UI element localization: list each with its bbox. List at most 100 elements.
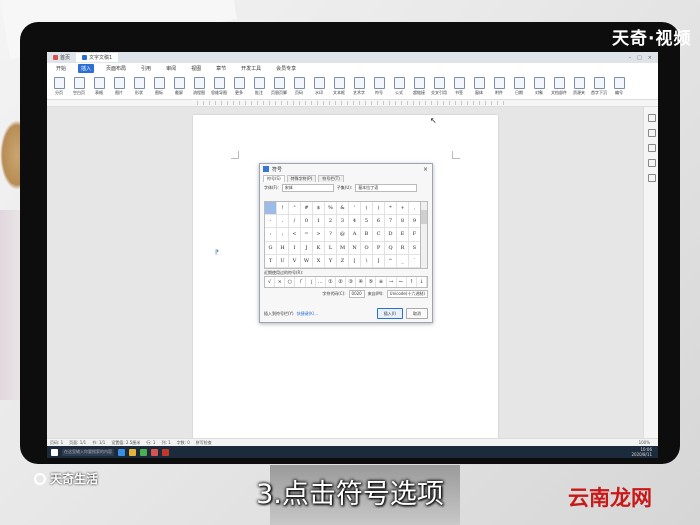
dialog-close-icon[interactable]: × [423,166,432,173]
menu-item[interactable]: 开发工具 [238,64,264,73]
menu-item[interactable]: 开始 [53,64,69,73]
menu-item[interactable]: 章节 [213,64,229,73]
ribbon-button[interactable]: 流程图 [191,77,207,96]
recent-symbol-cell[interactable]: ↓ [417,277,427,287]
symbol-cell[interactable]: 6 [373,215,385,229]
symbol-cell[interactable]: 0 [301,215,313,229]
symbol-cell[interactable]: A [349,228,361,242]
symbol-cell[interactable]: ) [373,202,385,216]
symbol-cell[interactable]: C [373,228,385,242]
ribbon-button[interactable]: 艺术字 [351,77,367,96]
symbol-cell[interactable]: L [325,241,337,255]
share-icon[interactable] [647,159,656,167]
symbol-cell[interactable]: E [397,228,409,242]
ribbon-button[interactable]: 更多 [231,77,247,96]
symbol-cell[interactable]: * [385,202,397,216]
ribbon-button[interactable]: 思维导图 [211,77,227,96]
symbol-cell[interactable]: I [289,241,301,255]
ribbon-button[interactable]: 表格 [91,77,107,96]
menu-item[interactable]: 页面布局 [103,64,129,73]
ribbon-button[interactable]: 超链接 [411,77,427,96]
ribbon-button[interactable]: 页眉页脚 [271,77,287,96]
symbol-cell[interactable]: T [265,254,277,268]
symbol-cell[interactable]: P [373,241,385,255]
symbol-cell[interactable]: _ [397,254,409,268]
ribbon-button[interactable]: 公式 [391,77,407,96]
menu-item[interactable]: 会员专享 [273,64,299,73]
symbol-cell[interactable]: ; [277,228,289,242]
ribbon-button[interactable]: 书签 [451,77,467,96]
subset-select[interactable]: 基本拉丁语 [355,184,418,192]
ribbon-button[interactable]: 首字下沉 [591,77,607,96]
symbol-cell[interactable]: [ [349,254,361,268]
recent-symbol-cell[interactable]: ② [336,277,346,287]
symbol-cell[interactable]: ^ [385,254,397,268]
taskbar-search[interactable]: 在这里输入你要搜索的内容 [62,448,114,456]
char-code-input[interactable]: 0020 [348,290,365,298]
spell-check-toggle[interactable]: 拼写检查 [196,440,212,446]
edit-icon[interactable] [647,114,656,122]
symbol-cell[interactable]: $ [313,202,325,216]
tab-special-chars[interactable]: 特殊字符(P) [286,175,317,182]
recent-symbol-cell[interactable]: ⑤ [366,277,377,287]
symbol-cell[interactable]: = [301,228,313,242]
symbol-cell[interactable]: ! [277,202,289,216]
symbol-cell[interactable]: O [361,241,373,255]
symbol-cell[interactable]: ? [325,228,337,242]
symbol-cell[interactable]: - [265,215,277,229]
clock-icon[interactable] [647,144,656,152]
recent-symbol-cell[interactable]: ← [397,277,407,287]
symbol-cell[interactable]: G [265,241,277,255]
zoom-level[interactable]: 100% [639,440,658,445]
ribbon-button[interactable]: 窗体 [471,77,487,96]
shortcut-key-link[interactable]: 快捷键(K)... [297,311,319,317]
symbol-cell[interactable]: / [289,215,301,229]
symbol-cell[interactable]: & [337,202,349,216]
symbol-cell[interactable]: U [277,254,289,268]
recent-symbol-cell[interactable]: √ [265,277,276,287]
ribbon-button[interactable]: 图片 [111,77,127,96]
symbol-cell[interactable]: ( [361,202,373,216]
recent-symbol-cell[interactable]: … [316,277,326,287]
symbol-cell[interactable]: 3 [337,215,349,229]
recent-symbol-cell[interactable]: ① [326,277,336,287]
ribbon-button[interactable]: 附件 [491,77,507,96]
menu-item[interactable]: 引用 [138,64,154,73]
tab-home[interactable]: 首页 [47,53,76,62]
maximize-icon[interactable]: □ [637,55,642,61]
folder-icon[interactable] [129,448,136,456]
symbol-cell[interactable]: 2 [325,215,337,229]
symbol-cell[interactable]: D [385,228,397,242]
ribbon-button[interactable]: 分页 [51,77,67,96]
symbol-cell[interactable]: Z [337,254,349,268]
symbol-cell[interactable]: Q [385,241,397,255]
symbol-cell[interactable]: : [265,228,277,242]
ribbon-button[interactable]: 批注 [251,77,267,96]
ribbon-button[interactable]: 编号 [611,77,627,96]
symbol-cell[interactable]: 1 [313,215,325,229]
font-select[interactable]: 宋体 [281,184,334,192]
ribbon-button[interactable]: 水印 [311,77,327,96]
recent-symbol-cell[interactable]: 〔 [306,277,316,287]
ribbon-button[interactable]: 符号 [371,77,387,96]
cancel-button[interactable]: 取消 [406,308,428,319]
style-icon[interactable] [647,129,656,137]
symbol-cell[interactable]: H [277,241,289,255]
symbol-cell[interactable]: ] [373,254,385,268]
ribbon-button[interactable]: 交叉引用 [431,77,447,96]
recent-symbol-cell[interactable]: ※ [376,277,387,287]
minimize-icon[interactable]: – [629,55,632,61]
symbol-cell[interactable]: # [301,202,313,216]
symbol-grid-scrollbar[interactable] [420,201,428,269]
symbol-cell[interactable]: R [397,241,409,255]
symbol-cell[interactable]: \ [361,254,373,268]
symbol-cell[interactable]: ' [349,202,361,216]
start-icon[interactable] [51,448,58,456]
menu-item[interactable]: 视图 [188,64,204,73]
recent-symbol-cell[interactable]: × [275,277,286,287]
symbol-cell[interactable]: > [313,228,325,242]
recent-symbol-cell[interactable]: ④ [356,277,367,287]
symbol-cell[interactable]: W [301,254,313,268]
recent-symbol-cell[interactable]: ③ [346,277,357,287]
symbol-cell[interactable]: < [289,228,301,242]
